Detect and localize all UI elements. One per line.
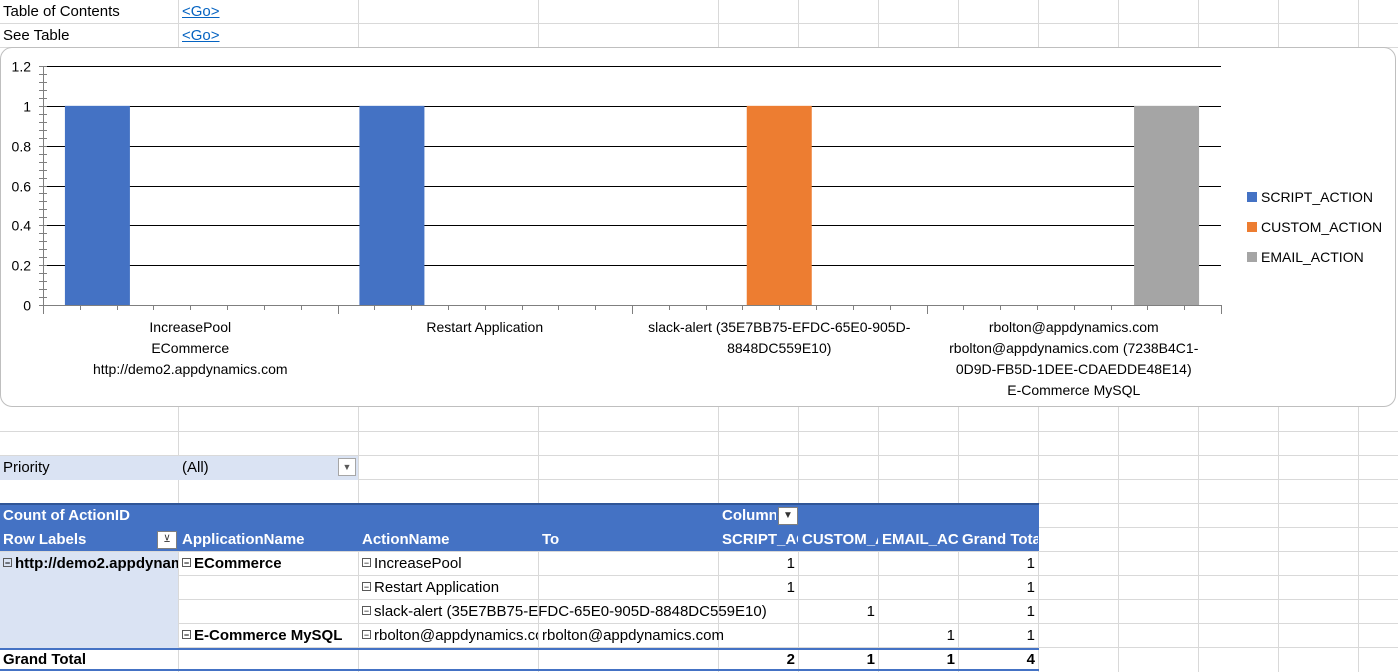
header-to: To — [542, 531, 560, 548]
legend-label: SCRIPT_ACTION — [1261, 189, 1373, 205]
filter-dropdown-button[interactable]: ▼ — [338, 458, 356, 476]
x-category-label: slack-alert (35E7BB75-EFDC-65E0-905D- — [648, 319, 911, 335]
chevron-down-icon: ▼ — [783, 510, 793, 521]
y-tick-label: 0.8 — [12, 139, 32, 155]
bar-script-action — [359, 105, 425, 305]
bar-email-action — [1134, 105, 1200, 305]
header-application-name: ApplicationName — [182, 531, 305, 548]
collapse-icon[interactable]: − — [362, 557, 371, 567]
x-category-label: IncreasePool — [149, 319, 231, 335]
header-email-action: EMAIL_ACTION — [882, 531, 958, 548]
chevron-down-icon: ▼ — [342, 462, 352, 472]
y-tick-label: 1 — [23, 99, 31, 115]
bar-script-action — [64, 105, 130, 305]
filter-icon: ⊻ — [163, 534, 171, 545]
x-category-label: 8848DC559E10) — [727, 340, 831, 356]
toc-label: Table of Contents — [3, 3, 120, 20]
collapse-icon[interactable]: − — [3, 557, 12, 567]
header-action-name: ActionName — [362, 531, 450, 548]
bar-custom-action — [746, 105, 812, 305]
row-filter-button[interactable]: ⊻ — [157, 531, 177, 549]
see-table-label: See Table — [3, 27, 70, 44]
table-row-action[interactable]: − IncreasePool — [362, 552, 538, 576]
table-row-action[interactable]: − rbolton@appdynamics.com — [362, 624, 538, 648]
x-category-label: rbolton@appdynamics.com (7238B4C1- — [949, 340, 1199, 356]
table-cell-script[interactable]: 1 — [722, 576, 795, 600]
legend-swatch — [1247, 252, 1257, 262]
x-category-label: ECommerce — [151, 340, 229, 356]
table-row-action[interactable]: − slack-alert (35E7BB75-EFDC-65E0-905D-88… — [362, 600, 802, 624]
header-script-action: SCRIPT_ACTION — [722, 531, 798, 548]
y-tick-label: 0.4 — [12, 218, 32, 234]
row-app-label[interactable]: −http://demo2.appdynamics.com — [3, 552, 178, 576]
x-category-label: rbolton@appdynamics.com — [989, 319, 1159, 335]
table-cell-total[interactable]: 1 — [962, 600, 1035, 624]
y-tick-label: 0.6 — [12, 179, 32, 195]
collapse-icon[interactable]: − — [182, 629, 191, 639]
y-tick-label: 1.2 — [12, 59, 32, 75]
count-label: Count of ActionID — [3, 507, 130, 524]
table-cell-total[interactable]: 1 — [962, 624, 1035, 648]
legend-label: EMAIL_ACTION — [1261, 249, 1364, 265]
table-cell-script[interactable]: 1 — [722, 552, 795, 576]
x-category-label: Restart Application — [426, 319, 543, 335]
y-tick-label: 0.2 — [12, 258, 32, 274]
grand-total-border-bottom — [0, 669, 1039, 671]
x-category-label: E-Commerce MySQL — [1007, 382, 1140, 398]
group-ecommerce[interactable]: − ECommerce — [182, 552, 358, 576]
table-cell-custom[interactable]: 1 — [802, 600, 875, 624]
table-cell-total[interactable]: 1 — [962, 552, 1035, 576]
legend-label: CUSTOM_ACTION — [1261, 219, 1382, 235]
legend-swatch — [1247, 222, 1257, 232]
collapse-icon[interactable]: − — [182, 557, 191, 567]
collapse-icon[interactable]: − — [362, 605, 371, 615]
collapse-icon[interactable]: − — [362, 629, 371, 639]
table-cell-email[interactable]: 1 — [882, 624, 955, 648]
filter-label: Priority — [3, 459, 50, 476]
column-filter-button[interactable]: ▼ — [778, 507, 798, 525]
table-cell-total[interactable]: 1 — [962, 576, 1035, 600]
row-labels-header: Row Labels — [3, 531, 87, 548]
collapse-icon[interactable]: − — [362, 581, 371, 591]
header-custom-action: CUSTOM_ACTION — [802, 531, 878, 548]
header-grand-total: Grand Total — [962, 531, 1038, 548]
legend-swatch — [1247, 192, 1257, 202]
filter-value: (All) — [182, 459, 209, 476]
y-tick-label: 0 — [23, 298, 31, 314]
table-cell-to[interactable]: rbolton@appdynamics.com — [542, 624, 798, 648]
table-row-action[interactable]: − Restart Application — [362, 576, 538, 600]
pivot-chart[interactable]: 0 0.2 0.4 0.6 0.8 1 1.2 IncreasePool ECommerce ht… — [0, 47, 1396, 407]
column-labels-header: Column — [722, 507, 776, 524]
see-table-go-link[interactable]: <Go> — [182, 24, 220, 48]
x-category-label: 0D9D-FB5D-1DEE-CDAEDDE48E14) — [956, 361, 1192, 377]
x-category-label: http://demo2.appdynamics.com — [93, 361, 288, 377]
toc-go-link[interactable]: <Go> — [182, 0, 220, 24]
group-ecommerce-mysql[interactable]: − E-Commerce MySQL — [182, 624, 358, 648]
chart-plot: 0 0.2 0.4 0.6 0.8 1 1.2 IncreasePool ECommerce ht… — [12, 59, 1383, 399]
filter-row-background — [0, 456, 358, 480]
